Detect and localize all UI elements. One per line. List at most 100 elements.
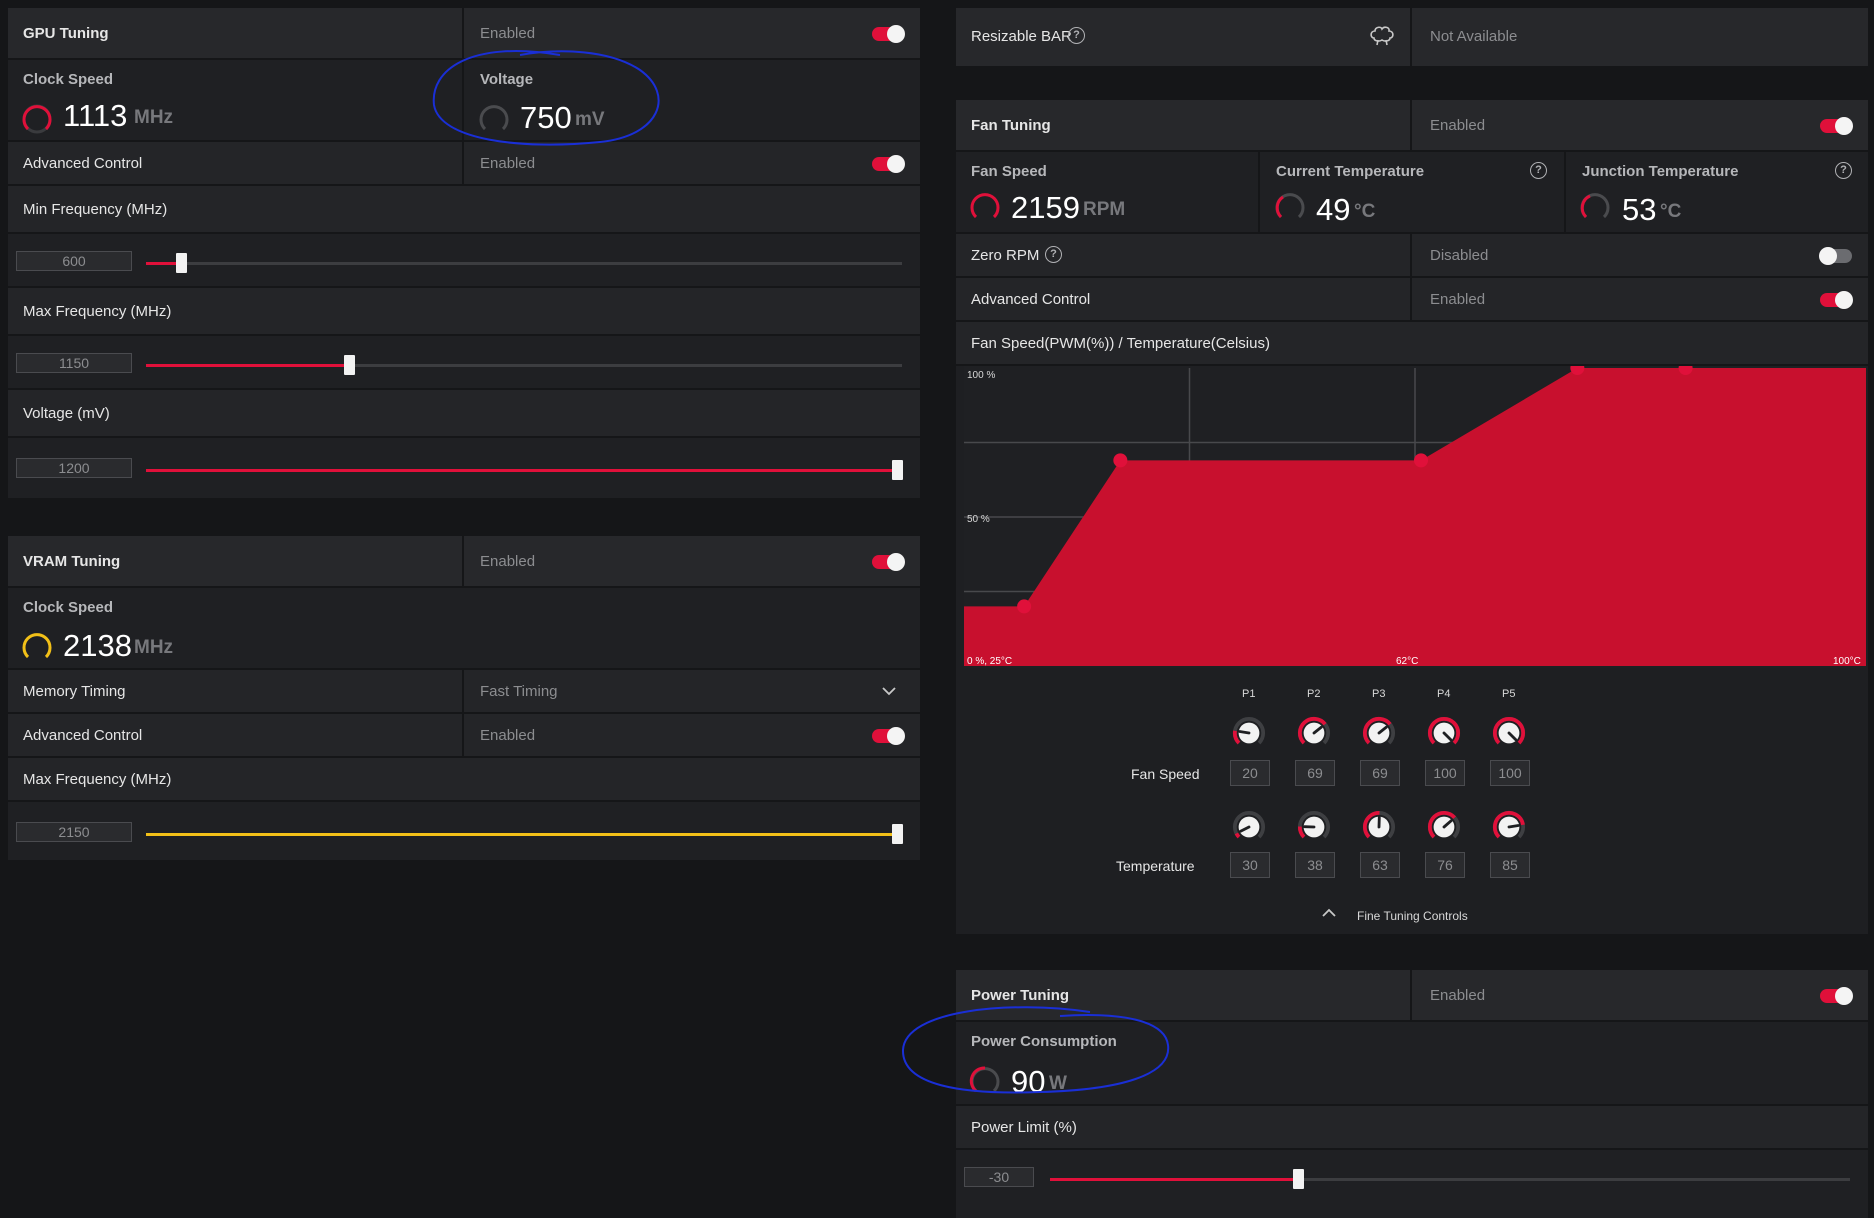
power-limit-thumb[interactable]: [1293, 1169, 1304, 1189]
memory-timing-value[interactable]: Fast Timing: [480, 683, 558, 700]
fan-speed-knob-p4[interactable]: [1427, 716, 1461, 750]
gpu-advanced-control-row: Advanced Control Enabled: [8, 142, 920, 186]
fan-tuning-toggle[interactable]: [1820, 117, 1853, 135]
power-tuning-status: Enabled: [1430, 987, 1486, 1004]
fan-speed-input-p3[interactable]: 69: [1360, 760, 1400, 786]
vram-advanced-control-status: Enabled: [480, 727, 536, 744]
fan-metrics-row: Fan Speed 2159 RPM Current Temperature ?…: [956, 152, 1868, 234]
zero-rpm-help-icon[interactable]: ?: [1045, 246, 1062, 263]
max-frequency-input[interactable]: 1150: [16, 353, 132, 373]
y-tick-100: 100 %: [967, 370, 995, 381]
junction-temperature-unit: °C: [1660, 201, 1682, 222]
gpu-advanced-control-label: Advanced Control: [23, 155, 143, 172]
fine-tuning-fan-speed-label: Fan Speed: [1131, 766, 1200, 782]
fine-tuning-temperature-label: Temperature: [1116, 858, 1195, 874]
temperature-knob-p1[interactable]: [1232, 810, 1266, 844]
fan-advanced-control-label: Advanced Control: [971, 291, 1091, 308]
fan-curve-point-p3[interactable]: [1414, 453, 1429, 468]
temperature-input-p4[interactable]: 76: [1425, 852, 1465, 878]
power-limit-fill: [1050, 1178, 1298, 1181]
fan-speed-input-p4[interactable]: 100: [1425, 760, 1465, 786]
resizable-bar-status: Not Available: [1430, 28, 1518, 45]
power-limit-input[interactable]: -30: [964, 1167, 1034, 1187]
fan-tuning-header: Fan Tuning Enabled: [956, 100, 1868, 152]
fan-speed-input-p2[interactable]: 69: [1295, 760, 1335, 786]
y-tick-50: 50 %: [967, 514, 990, 525]
fine-tuning-label[interactable]: Fine Tuning Controls: [1357, 909, 1468, 923]
fan-speed-value: 2159: [1011, 190, 1080, 225]
vram-max-frequency-input[interactable]: 2150: [16, 822, 132, 842]
fan-advanced-control-row: Advanced Control Enabled: [956, 278, 1868, 322]
gpu-advanced-control-toggle[interactable]: [872, 155, 905, 173]
temperature-input-p3[interactable]: 63: [1360, 852, 1400, 878]
voltage-fill: [146, 469, 898, 472]
fan-speed-knob-p2[interactable]: [1297, 716, 1331, 750]
temperature-knob-p4[interactable]: [1427, 810, 1461, 844]
point-header-p1: P1: [1242, 688, 1256, 700]
chevron-up-icon[interactable]: [1322, 908, 1336, 918]
current-temperature-value: 49: [1316, 192, 1351, 227]
current-temperature-label: Current Temperature: [1276, 163, 1425, 180]
min-frequency-track[interactable]: [146, 262, 902, 265]
current-temperature-help-icon[interactable]: ?: [1530, 162, 1547, 179]
min-frequency-label: Min Frequency (MHz): [23, 201, 168, 218]
x-tick-max: 100°C: [1833, 656, 1861, 667]
temperature-input-p5[interactable]: 85: [1490, 852, 1530, 878]
max-frequency-thumb[interactable]: [344, 355, 355, 375]
gpu-metrics-row: Clock Speed 1113 MHz Voltage 750 mV: [8, 60, 920, 142]
x-tick-origin: 0 %, 25°C: [967, 656, 1012, 667]
vram-advanced-control-row: Advanced Control Enabled: [8, 714, 920, 758]
fan-speed-knob-p5[interactable]: [1492, 716, 1526, 750]
gpu-tuning-title: GPU Tuning: [23, 25, 109, 42]
temperature-input-p2[interactable]: 38: [1295, 852, 1335, 878]
current-temperature-gauge-icon: [1275, 193, 1305, 219]
fine-tuning-controls: Fan Speed Temperature P1 20 30 P2 69 38 P3 69 63…: [956, 680, 1868, 880]
vram-max-frequency-thumb[interactable]: [892, 824, 903, 844]
voltage-input[interactable]: 1200: [16, 458, 132, 478]
voltage-mv-label: Voltage (mV): [23, 405, 110, 422]
x-tick-mid: 62°C: [1396, 656, 1418, 667]
junction-temperature-help-icon[interactable]: ?: [1835, 162, 1852, 179]
fan-speed-input-p5[interactable]: 100: [1490, 760, 1530, 786]
fan-tuning-status: Enabled: [1430, 117, 1486, 134]
fan-speed-knob-p3[interactable]: [1362, 716, 1396, 750]
temperature-knob-p2[interactable]: [1297, 810, 1331, 844]
power-tuning-title: Power Tuning: [971, 987, 1070, 1004]
fine-tuning-toggle-row[interactable]: Fine Tuning Controls: [956, 900, 1868, 934]
min-frequency-label-row: Min Frequency (MHz): [8, 186, 920, 234]
temperature-input-p1[interactable]: 30: [1230, 852, 1270, 878]
min-frequency-thumb[interactable]: [176, 253, 187, 273]
resizable-bar-help-icon[interactable]: ?: [1068, 27, 1085, 44]
gpu-tuning-toggle[interactable]: [872, 25, 905, 43]
power-metrics-row: Power Consumption 90 W: [956, 1022, 1868, 1106]
fan-curve-chart[interactable]: 100 % 50 % 0 %, 25°C 62°C 100°C: [964, 366, 1866, 668]
vram-tuning-toggle[interactable]: [872, 553, 905, 571]
fan-speed-input-p1[interactable]: 20: [1230, 760, 1270, 786]
min-frequency-slider-row: 600: [8, 234, 920, 288]
voltage-thumb[interactable]: [892, 460, 903, 480]
temperature-knob-p5[interactable]: [1492, 810, 1526, 844]
fan-curve-point-p2[interactable]: [1113, 453, 1128, 468]
vram-tuning-title: VRAM Tuning: [23, 553, 121, 570]
fan-curve-point-p1[interactable]: [1017, 599, 1032, 614]
vram-advanced-control-label: Advanced Control: [23, 727, 143, 744]
vram-clock-gauge-icon: [22, 633, 52, 659]
vram-clock-speed-label: Clock Speed: [23, 599, 114, 616]
brain-icon: [1370, 26, 1394, 46]
zero-rpm-status: Disabled: [1430, 247, 1489, 264]
power-tuning-toggle[interactable]: [1820, 987, 1853, 1005]
voltage-slider-row: 1200: [8, 438, 920, 498]
fan-advanced-control-toggle[interactable]: [1820, 291, 1853, 309]
fan-speed-knob-p1[interactable]: [1232, 716, 1266, 750]
resizable-bar-panel: Resizable BAR ? Not Available: [956, 8, 1868, 66]
zero-rpm-toggle[interactable]: [1819, 247, 1852, 265]
min-frequency-input[interactable]: 600: [16, 251, 132, 271]
max-frequency-slider-row: 1150: [8, 336, 920, 390]
zero-rpm-row: Zero RPM ? Disabled: [956, 234, 1868, 278]
vram-metrics-row: Clock Speed 2138 MHz: [8, 588, 920, 670]
temperature-knob-p3[interactable]: [1362, 810, 1396, 844]
power-limit-label: Power Limit (%): [971, 1119, 1077, 1136]
vram-advanced-control-toggle[interactable]: [872, 727, 905, 745]
chevron-down-icon[interactable]: [882, 686, 896, 696]
power-consumption-unit: W: [1049, 1073, 1067, 1094]
